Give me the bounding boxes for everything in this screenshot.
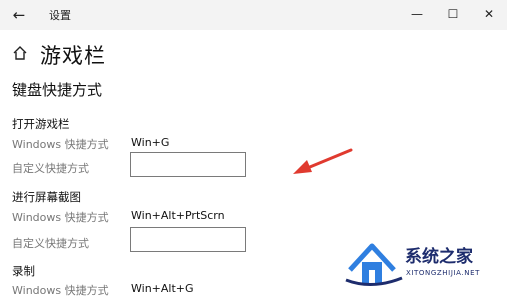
windows-shortcut-label: Windows 快捷方式 bbox=[12, 211, 109, 224]
windows-shortcut-value: Win+G bbox=[131, 136, 170, 149]
custom-shortcut-input-screenshot[interactable] bbox=[130, 227, 246, 252]
close-button[interactable]: ✕ bbox=[471, 0, 507, 30]
windows-shortcut-value: Win+Alt+G bbox=[131, 282, 194, 295]
red-arrow-icon bbox=[293, 148, 353, 174]
group-heading-screenshot: 进行屏幕截图 bbox=[12, 190, 81, 204]
app-title: 设置 bbox=[49, 9, 71, 22]
group-heading-open-game-bar: 打开游戏栏 bbox=[12, 117, 70, 131]
section-title: 键盘快捷方式 bbox=[12, 81, 103, 99]
custom-shortcut-input-open-game-bar[interactable] bbox=[130, 152, 246, 177]
watermark-brand: 系统之家 bbox=[405, 247, 473, 267]
page-title: 游戏栏 bbox=[40, 44, 106, 68]
custom-shortcut-label: 自定义快捷方式 bbox=[12, 237, 89, 250]
back-button[interactable]: ← bbox=[8, 4, 30, 26]
title-bar: ← 设置 — ☐ ✕ bbox=[0, 0, 507, 30]
windows-shortcut-label: Windows 快捷方式 bbox=[12, 138, 109, 151]
group-heading-record: 录制 bbox=[12, 264, 35, 278]
watermark-url: XITONGZHIJIA.NET bbox=[406, 269, 480, 277]
custom-shortcut-label: 自定义快捷方式 bbox=[12, 162, 89, 175]
maximize-button[interactable]: ☐ bbox=[435, 0, 471, 30]
minimize-button[interactable]: — bbox=[399, 0, 435, 30]
home-icon[interactable] bbox=[12, 45, 28, 61]
windows-shortcut-value: Win+Alt+PrtScrn bbox=[131, 209, 225, 222]
